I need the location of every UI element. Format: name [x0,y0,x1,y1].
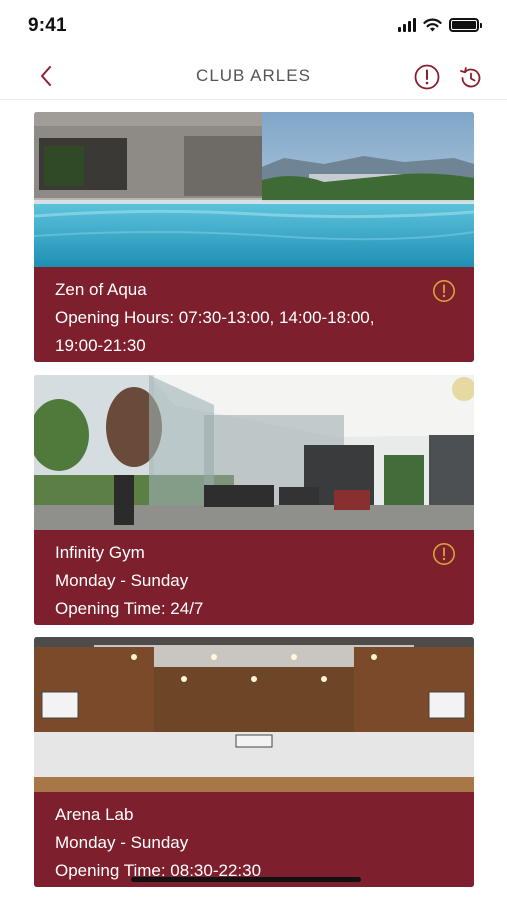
facility-card-zen-of-aqua[interactable]: Zen of Aqua Opening Hours: 07:30-13:00, … [34,112,474,362]
wifi-icon [423,18,442,32]
facility-hours: Opening Hours: 07:30-13:00, 14:00-18:00, [55,308,375,327]
facility-info: Zen of Aqua Opening Hours: 07:30-13:00, … [34,267,474,362]
info-alert-icon[interactable] [432,279,456,303]
facility-info: Infinity Gym Monday - Sunday Opening Tim… [34,530,474,625]
info-alert-icon[interactable] [432,542,456,566]
facility-hours-continued: 19:00-21:30 [55,336,146,355]
facility-name: Infinity Gym [55,543,145,562]
facility-card-infinity-gym[interactable]: Infinity Gym Monday - Sunday Opening Tim… [34,375,474,625]
history-icon[interactable] [458,65,484,91]
status-icons [398,18,482,32]
home-indicator[interactable] [131,877,361,882]
facility-name: Arena Lab [55,805,134,824]
facility-hours: Opening Time: 24/7 [55,599,204,618]
basketball-court-photo [34,637,474,792]
status-bar: 9:41 [0,0,507,52]
facility-days: Monday - Sunday [55,571,189,590]
facility-name: Zen of Aqua [55,280,147,299]
status-time: 9:41 [28,15,67,36]
outdoor-pool-photo [34,112,474,267]
facility-info: Arena Lab Monday - Sunday Opening Time: … [34,792,474,887]
battery-icon [449,18,482,32]
navigation-bar: CLUB ARLES [0,52,507,100]
cellular-signal-icon [398,18,416,32]
facility-card-arena-lab[interactable]: Arena Lab Monday - Sunday Opening Time: … [34,637,474,887]
gym-photo [34,375,474,530]
facility-days: Monday - Sunday [55,833,189,852]
alert-circle-icon[interactable] [414,64,440,90]
